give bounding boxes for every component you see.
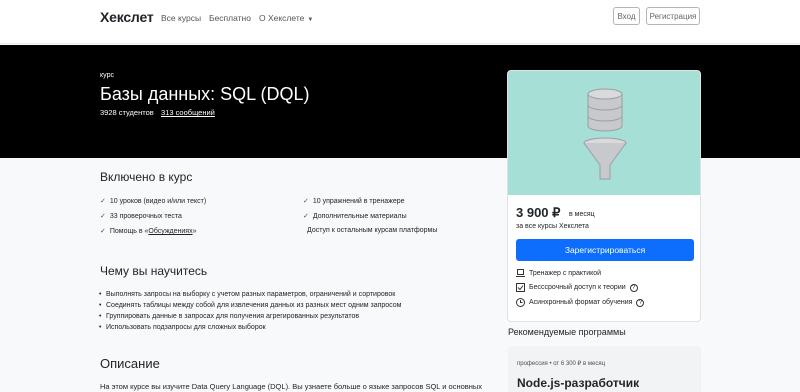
included-item-text: 33 проверочных теста bbox=[109, 213, 182, 220]
feature-label: Асинхронный формат обучения bbox=[529, 299, 633, 306]
program-name[interactable]: Node.js-разработчик bbox=[517, 376, 639, 390]
nav-about-label: О Хекслете bbox=[259, 13, 305, 23]
included-item-text: 10 уроков (видео и/или текст) bbox=[109, 198, 207, 205]
learn-item: Соединять таблицы между собой для извлеч… bbox=[99, 302, 401, 309]
laptop-icon bbox=[516, 269, 525, 277]
check-icon: ✓ bbox=[100, 198, 106, 205]
discussions-link[interactable]: Обсуждениях bbox=[148, 228, 192, 235]
included-item-text: 10 упражнений в тренажере bbox=[312, 198, 405, 205]
included-item: ✓ 10 упражнений в тренажере bbox=[303, 197, 405, 205]
check-icon: ✓ bbox=[303, 213, 309, 220]
database-illustration bbox=[508, 71, 700, 195]
checkbox-icon bbox=[516, 283, 525, 292]
signup-button[interactable]: Зарегистрироваться bbox=[516, 239, 694, 261]
description-text: На этом курсе вы изучите Data Query Lang… bbox=[100, 382, 483, 391]
included-item-text: Дополнительные материалы bbox=[312, 213, 407, 220]
price-subtitle: за все курсы Хекслета bbox=[516, 223, 589, 230]
hero-kicker: курс bbox=[100, 72, 114, 79]
check-icon: ✓ bbox=[303, 198, 309, 205]
included-item: ✓ Дополнительные материалы bbox=[303, 212, 407, 220]
learn-title: Чему вы научитесь bbox=[100, 264, 208, 278]
check-icon: ✓ bbox=[100, 213, 106, 220]
recommended-title: Рекомендуемые программы bbox=[508, 327, 626, 337]
included-item-suffix: » bbox=[192, 228, 197, 235]
price-unit: в месяц bbox=[569, 211, 595, 218]
feature-item: Бесссрочный доступ к теории ? bbox=[516, 283, 638, 292]
brand-logo[interactable]: Хекслет bbox=[100, 9, 154, 25]
check-icon: ✓ bbox=[100, 228, 106, 235]
page-title: Базы данных: SQL (DQL) bbox=[100, 84, 310, 104]
messages-link[interactable]: 313 сообщений bbox=[161, 108, 215, 117]
included-item: ✓ 33 проверочных теста bbox=[100, 212, 182, 220]
nav-free[interactable]: Бесплатно bbox=[209, 13, 251, 23]
price: 3 900 ₽ bbox=[516, 205, 561, 220]
feature-item: Асинхронный формат обучения ? bbox=[516, 298, 645, 307]
register-button[interactable]: Регистрация bbox=[646, 7, 700, 25]
database-funnel-icon bbox=[583, 88, 627, 180]
included-item: Доступ к остальным курсам платформы bbox=[307, 227, 437, 234]
learn-item: Использовать подзапросы для сложных выбо… bbox=[99, 324, 266, 331]
nav-about[interactable]: О Хекслете ▼ bbox=[259, 13, 313, 23]
included-item-text: Помощь в « bbox=[109, 228, 149, 235]
students-count: 3928 студентов bbox=[100, 108, 154, 117]
included-item-text: Доступ к остальным курсам платформы bbox=[307, 227, 438, 234]
help-icon[interactable]: ? bbox=[629, 283, 638, 292]
program-meta: профессия • от 6 300 ₽ в месяц bbox=[517, 361, 606, 367]
included-item: ✓ 10 уроков (видео и/или текст) bbox=[100, 197, 206, 205]
pricing-card: 3 900 ₽ в месяц за все курсы Хекслета За… bbox=[507, 70, 701, 322]
clock-icon bbox=[516, 298, 525, 307]
nav-all-courses[interactable]: Все курсы bbox=[161, 13, 201, 23]
help-icon[interactable]: ? bbox=[636, 298, 645, 307]
feature-label: Тренажер с практикой bbox=[529, 269, 602, 277]
included-title: Включено в курс bbox=[100, 170, 193, 184]
learn-item: Выполнять запросы на выборку с учетом ра… bbox=[99, 291, 395, 298]
login-button[interactable]: Вход bbox=[613, 7, 640, 25]
included-item: ✓ Помощь в «Обсуждениях» bbox=[100, 227, 197, 235]
top-navbar: Хекслет Все курсы Бесплатно О Хекслете ▼ … bbox=[0, 0, 800, 44]
feature-label: Бесссрочный доступ к теории bbox=[529, 284, 626, 291]
learn-item: Группировать данные в запросах для получ… bbox=[99, 313, 359, 320]
caret-down-icon: ▼ bbox=[307, 17, 314, 23]
feature-item: Тренажер с практикой bbox=[516, 269, 601, 277]
description-title: Описание bbox=[100, 356, 160, 371]
